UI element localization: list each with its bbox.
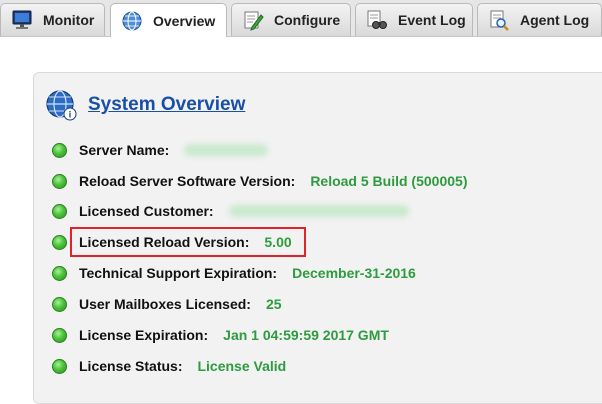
- page-title-row: i System Overview: [45, 89, 245, 121]
- redacted-value: [228, 205, 409, 217]
- info-row-support-expiration: Technical Support Expiration: December-3…: [52, 262, 416, 284]
- system-globe-icon: i: [45, 89, 77, 121]
- info-row-licensed-customer: Licensed Customer:: [52, 200, 409, 222]
- monitor-icon: [11, 9, 33, 31]
- tab-label: Agent Log: [520, 12, 590, 28]
- highlight-box: [70, 227, 306, 257]
- configure-pencil-icon: [242, 9, 264, 31]
- info-row-license-status: License Status: License Valid: [52, 355, 286, 377]
- tab-label: Monitor: [43, 12, 95, 28]
- tab-bar: Monitor Overview Configure Event Log Age…: [0, 0, 602, 37]
- info-value: Reload 5 Build (500005): [310, 173, 468, 189]
- status-ok-icon: [52, 234, 67, 250]
- info-label: Technical Support Expiration:: [79, 265, 278, 281]
- svg-text:i: i: [69, 110, 72, 120]
- status-ok-icon: [52, 327, 67, 343]
- overview-globe-icon: [121, 10, 143, 32]
- info-value: License Valid: [197, 358, 287, 374]
- info-row-mailboxes-licensed: User Mailboxes Licensed: 25: [52, 293, 282, 315]
- event-log-binoculars-icon: [366, 9, 388, 31]
- info-value: December-31-2016: [292, 265, 416, 281]
- tab-label: Configure: [274, 12, 341, 28]
- status-ok-icon: [52, 296, 67, 312]
- info-label: Licensed Customer:: [79, 203, 214, 219]
- status-ok-icon: [52, 358, 67, 374]
- info-row-server-name: Server Name:: [52, 139, 269, 161]
- tab-configure[interactable]: Configure: [231, 3, 351, 36]
- info-label: User Mailboxes Licensed:: [79, 296, 251, 312]
- tab-event-log[interactable]: Event Log: [355, 3, 473, 36]
- info-row-software-version: Reload Server Software Version: Reload 5…: [52, 170, 467, 192]
- tab-monitor[interactable]: Monitor: [0, 3, 105, 36]
- status-ok-icon: [52, 265, 67, 281]
- tab-agent-log[interactable]: Agent Log: [477, 3, 602, 36]
- status-ok-icon: [52, 203, 67, 219]
- page-title[interactable]: System Overview: [88, 94, 245, 116]
- info-label: Server Name:: [79, 142, 170, 158]
- info-value: Jan 1 04:59:59 2017 GMT: [223, 327, 389, 343]
- info-value: 25: [265, 296, 282, 312]
- agent-log-magnifier-icon: [488, 9, 510, 31]
- redacted-value: [184, 144, 269, 156]
- status-ok-icon: [52, 173, 67, 189]
- info-label: Reload Server Software Version:: [79, 173, 296, 189]
- tab-label: Event Log: [398, 12, 466, 28]
- status-ok-icon: [52, 142, 67, 158]
- info-row-license-expiration: License Expiration: Jan 1 04:59:59 2017 …: [52, 324, 389, 346]
- info-label: License Status:: [79, 358, 183, 374]
- tab-label: Overview: [153, 12, 216, 29]
- info-label: License Expiration:: [79, 327, 209, 343]
- tab-overview[interactable]: Overview: [110, 3, 227, 37]
